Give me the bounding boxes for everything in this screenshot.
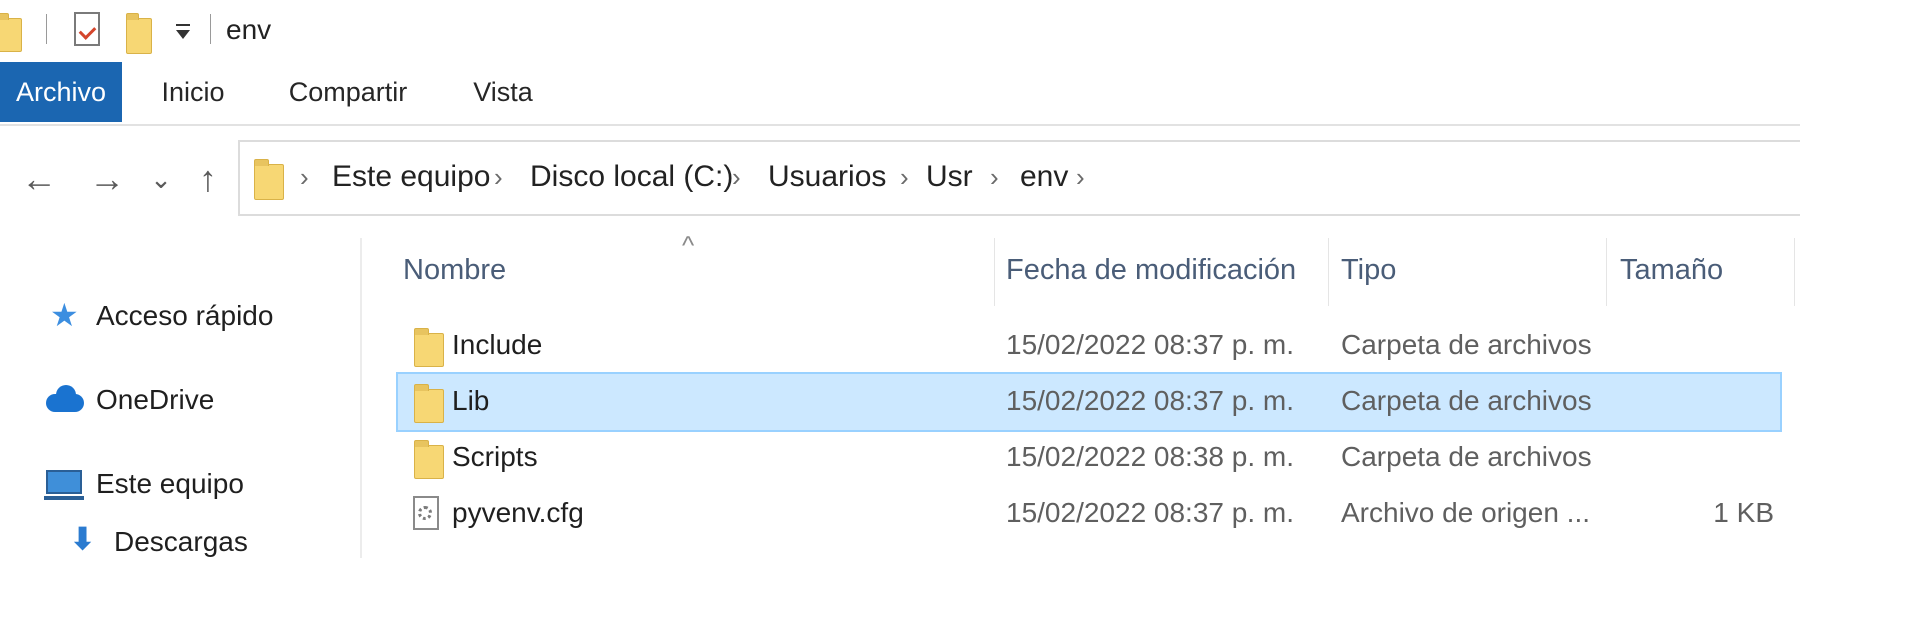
file-type: Carpeta de archivos bbox=[1341, 385, 1592, 416]
file-date: 15/02/2022 08:37 p. m. bbox=[1006, 497, 1294, 528]
breadcrumb-chevron-icon[interactable]: › bbox=[990, 162, 999, 193]
file-size: 1 KB bbox=[1713, 497, 1774, 528]
settings-file-icon bbox=[413, 496, 439, 530]
up-arrow-icon[interactable]: ↑ bbox=[186, 154, 230, 204]
breadcrumb-chevron-icon[interactable]: › bbox=[300, 162, 309, 193]
column-divider[interactable] bbox=[1606, 238, 1607, 306]
download-arrow-icon: ⬇ bbox=[70, 523, 96, 556]
sidebar-item-onedrive[interactable]: OneDrive bbox=[0, 376, 350, 426]
sidebar-item-acceso-rapido[interactable]: ★ Acceso rápido bbox=[0, 292, 350, 342]
breadcrumb-chevron-icon[interactable]: › bbox=[732, 162, 741, 193]
sidebar-item-label: Este equipo bbox=[96, 468, 244, 499]
new-folder-icon[interactable] bbox=[126, 13, 152, 54]
file-name: pyvenv.cfg bbox=[452, 497, 584, 528]
back-arrow-icon[interactable]: ← bbox=[14, 154, 64, 204]
computer-icon bbox=[44, 470, 84, 500]
breadcrumb-chevron-icon[interactable]: › bbox=[900, 162, 909, 193]
file-list-header: ^ Nombre Fecha de modificación Tipo Tama… bbox=[398, 230, 1800, 306]
cloud-icon bbox=[46, 385, 84, 412]
star-icon: ★ bbox=[50, 297, 79, 333]
sidebar-item-label: Acceso rápido bbox=[96, 300, 274, 331]
tab-compartir[interactable]: Compartir bbox=[276, 62, 420, 122]
file-date: 15/02/2022 08:37 p. m. bbox=[1006, 385, 1294, 416]
ribbon-tabs: Archivo Inicio Compartir Vista bbox=[0, 62, 1800, 126]
file-date: 15/02/2022 08:37 p. m. bbox=[1006, 329, 1294, 360]
column-header-nombre[interactable]: Nombre bbox=[403, 254, 506, 287]
column-divider[interactable] bbox=[994, 238, 995, 306]
breadcrumb-disco-local[interactable]: Disco local (C:) bbox=[530, 160, 733, 194]
table-row[interactable]: Lib 15/02/2022 08:37 p. m. Carpeta de ar… bbox=[396, 372, 1782, 432]
sidebar-item-label: OneDrive bbox=[96, 384, 215, 415]
column-divider[interactable] bbox=[1794, 238, 1795, 306]
table-row[interactable]: pyvenv.cfg 15/02/2022 08:37 p. m. Archiv… bbox=[398, 486, 1780, 542]
folder-icon bbox=[414, 384, 444, 423]
file-list: ^ Nombre Fecha de modificación Tipo Tama… bbox=[396, 230, 1800, 558]
quick-access-toolbar: env bbox=[0, 0, 1920, 62]
customize-dropdown-icon[interactable] bbox=[174, 24, 192, 42]
tab-vista[interactable]: Vista bbox=[460, 62, 546, 122]
navigation-bar: ← → ⌄ ↑ › Este equipo › Disco local (C:)… bbox=[0, 140, 1800, 220]
tab-archivo[interactable]: Archivo bbox=[0, 62, 122, 122]
navigation-pane: ★ Acceso rápido OneDrive Este equipo ⬇ D… bbox=[0, 238, 362, 558]
sidebar-item-este-equipo[interactable]: Este equipo bbox=[0, 460, 350, 510]
sidebar-item-label: Descargas bbox=[114, 526, 248, 557]
sort-ascending-icon: ^ bbox=[682, 230, 695, 260]
sidebar-item-descargas[interactable]: ⬇ Descargas bbox=[0, 518, 350, 568]
table-row[interactable]: Include 15/02/2022 08:37 p. m. Carpeta d… bbox=[398, 318, 1780, 374]
window-title: env bbox=[226, 14, 272, 45]
breadcrumb-usuarios[interactable]: Usuarios bbox=[768, 160, 886, 194]
breadcrumb-chevron-icon[interactable]: › bbox=[1076, 162, 1085, 193]
folder-icon bbox=[414, 440, 444, 479]
recent-locations-chevron-icon[interactable]: ⌄ bbox=[146, 154, 176, 204]
file-date: 15/02/2022 08:38 p. m. bbox=[1006, 441, 1294, 472]
file-name: Include bbox=[452, 329, 543, 360]
file-name: Scripts bbox=[452, 441, 538, 472]
forward-arrow-icon[interactable]: → bbox=[82, 154, 132, 204]
file-type: Carpeta de archivos bbox=[1341, 329, 1592, 360]
folder-icon bbox=[254, 159, 284, 200]
column-divider[interactable] bbox=[1328, 238, 1329, 306]
folder-icon bbox=[0, 13, 22, 52]
tab-inicio[interactable]: Inicio bbox=[140, 62, 246, 122]
file-name: Lib bbox=[452, 385, 490, 416]
breadcrumb-env[interactable]: env bbox=[1020, 160, 1068, 194]
file-type: Carpeta de archivos bbox=[1341, 441, 1592, 472]
file-type: Archivo de origen ... bbox=[1341, 497, 1591, 528]
toolbar-divider bbox=[210, 14, 211, 44]
column-header-tipo[interactable]: Tipo bbox=[1341, 254, 1396, 287]
folder-icon bbox=[414, 328, 444, 367]
table-row[interactable]: Scripts 15/02/2022 08:38 p. m. Carpeta d… bbox=[398, 430, 1780, 486]
breadcrumb-usr[interactable]: Usr bbox=[926, 160, 973, 194]
toolbar-divider bbox=[46, 14, 47, 44]
address-bar[interactable]: › Este equipo › Disco local (C:) › Usuar… bbox=[238, 140, 1800, 216]
column-header-fecha[interactable]: Fecha de modificación bbox=[1006, 254, 1296, 287]
breadcrumb-chevron-icon[interactable]: › bbox=[494, 162, 503, 193]
properties-icon[interactable] bbox=[74, 12, 100, 46]
breadcrumb-este-equipo[interactable]: Este equipo bbox=[332, 160, 490, 194]
column-header-tamano[interactable]: Tamaño bbox=[1620, 254, 1723, 287]
